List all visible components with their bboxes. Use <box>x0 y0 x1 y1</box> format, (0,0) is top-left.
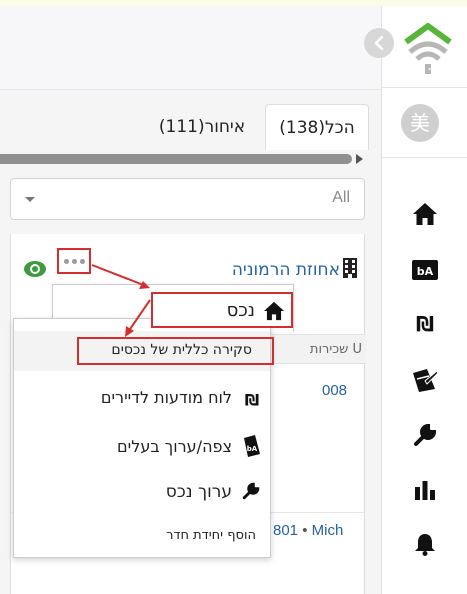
chevron-down-icon <box>25 197 35 202</box>
horizontal-scrollbar[interactable] <box>0 154 352 164</box>
menu-item-property[interactable]: נכס <box>151 292 293 328</box>
wrench-icon <box>242 482 260 500</box>
bell-icon <box>415 534 435 556</box>
bar-chart-icon <box>415 481 435 500</box>
shekel-icon: ₪ <box>416 312 434 336</box>
chevron-left-icon <box>374 36 384 50</box>
eye-icon[interactable] <box>23 260 47 278</box>
building-icon <box>343 258 357 278</box>
filter-value: All <box>332 189 350 206</box>
dot <box>71 258 77 264</box>
tab-all[interactable]: הכל(138) <box>265 104 369 150</box>
avatar[interactable]: 美 <box>401 104 439 142</box>
sidebar-divider <box>382 157 467 158</box>
tenant-row-link[interactable]: 801 • Mich <box>273 522 343 539</box>
svg-text:₪: ₪ <box>416 312 434 336</box>
sidebar-item-notifications[interactable] <box>410 529 440 559</box>
home-icon <box>413 203 437 225</box>
svg-text:bA: bA <box>417 265 434 278</box>
unit-number: 801 <box>273 522 299 539</box>
sidebar-item-rent[interactable]: bA <box>410 255 440 285</box>
menu-item-label: לוח מודעות לדיירים <box>100 388 232 407</box>
sidebar-item-maintenance[interactable] <box>410 420 440 450</box>
header-bar <box>0 6 381 90</box>
wrench-icon <box>414 423 437 446</box>
right-sidebar: 美 bA ₪ <box>381 6 467 594</box>
separator: • <box>298 522 312 539</box>
menu-item-owners[interactable]: צפה/ערוך בעלים bA <box>14 426 270 468</box>
sidebar-item-reports[interactable] <box>410 475 440 505</box>
rent-bill-icon: bA <box>412 260 438 280</box>
app-logo-icon[interactable] <box>402 22 454 74</box>
sidebar-divider <box>382 87 467 88</box>
tab-all-label: הכל(138) <box>279 117 355 138</box>
menu-item-label: הוסף יחידת חדר <box>166 528 256 543</box>
rent-column-header: שכירות U <box>271 334 366 364</box>
filter-select[interactable]: All <box>10 178 365 220</box>
scroll-right-arrow-icon[interactable] <box>353 153 365 165</box>
sidebar-item-payments[interactable]: ₪ <box>410 309 440 339</box>
menu-item-add-room-unit[interactable]: הוסף יחידת חדר <box>14 520 270 552</box>
menu-item-property-overview[interactable]: סקירה כללית של נכסים <box>14 331 274 371</box>
svg-text:bA: bA <box>247 445 258 453</box>
menu-item-label: צפה/ערוך בעלים <box>117 437 232 456</box>
menu-item-property-label: נכס <box>226 300 255 321</box>
menu-item-label: ערוך נכס <box>165 482 232 502</box>
sidebar-item-home[interactable] <box>410 199 440 229</box>
menu-item-edit-property[interactable]: ערוך נכס <box>14 474 270 514</box>
svg-text:₪: ₪ <box>245 391 259 410</box>
dot <box>63 258 69 264</box>
sidebar-item-owners[interactable] <box>410 365 440 395</box>
home-icon <box>264 301 284 321</box>
collapse-sidebar-button[interactable] <box>364 28 394 58</box>
property-title[interactable]: אחוזת הרמוניה <box>232 260 340 280</box>
menu-item-label: סקירה כללית של נכסים <box>111 342 252 358</box>
unit-number-link[interactable]: 008 <box>322 382 347 399</box>
signature-icon <box>413 369 439 392</box>
dot <box>79 258 85 264</box>
shekel-icon: ₪ <box>245 391 259 410</box>
tab-late-label: איחור(111) <box>158 117 246 137</box>
menu-item-tenant-board[interactable]: לוח מודעות לדיירים ₪ <box>14 378 270 420</box>
tenant-name: Mich <box>311 522 344 539</box>
document-edit-icon: bA <box>244 435 260 457</box>
tab-late[interactable]: איחור(111) <box>140 104 264 150</box>
more-options-button[interactable] <box>57 248 91 274</box>
